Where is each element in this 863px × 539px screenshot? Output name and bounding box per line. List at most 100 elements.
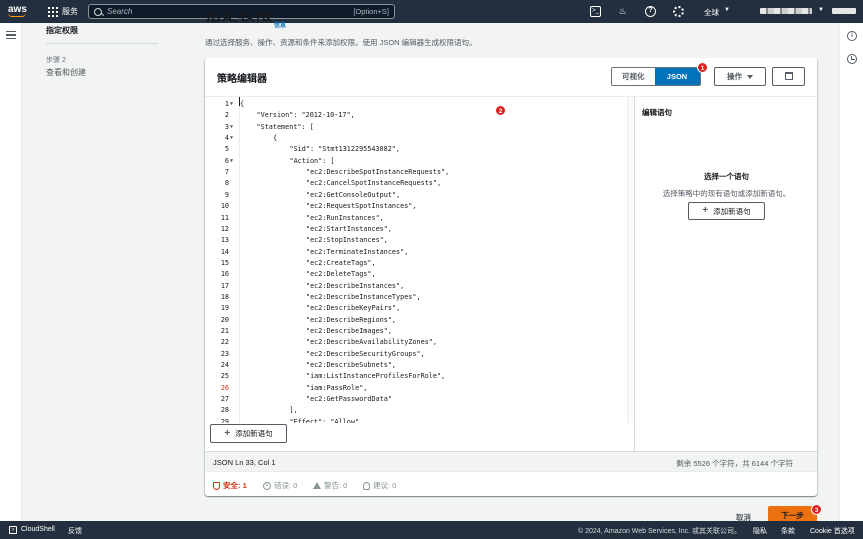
edit-statement-title: 编辑语句	[642, 108, 672, 117]
code-area[interactable]: 1 ▼{2 "Version": "2012-10-17", 3 ▼ "Statement…	[205, 97, 634, 423]
code-line[interactable]: 27 "ec2:GetPasswordData"	[205, 394, 634, 405]
line-number: 11	[220, 213, 229, 222]
page-title: 指定权限	[205, 12, 274, 24]
line-number: 15	[220, 258, 229, 267]
code-line[interactable]: 21 "ec2:DescribeImages",	[205, 326, 634, 337]
plus-icon: +	[224, 427, 231, 439]
policy-editor-title: 策略编辑器	[217, 74, 267, 85]
code-line[interactable]: 1 ▼ {	[205, 99, 634, 110]
menu-hamburger-icon[interactable]	[6, 31, 16, 39]
code-text: "ec2:DescribeInstances",	[306, 281, 405, 290]
code-line[interactable]: 5 "Sid": "Stmt1312295543082",	[205, 144, 634, 155]
fold-caret-icon[interactable]: ▼	[230, 122, 233, 133]
code-line[interactable]: 2 "Version": "2012-10-17",	[205, 110, 634, 121]
suggestions-tab[interactable]: 建议: 0	[363, 480, 396, 491]
step-current-label[interactable]: 指定权限	[46, 25, 78, 36]
code-text: "ec2:GetPasswordData"	[306, 395, 392, 404]
character-count: 剩余 5526 个字符，共 6144 个字符	[676, 459, 793, 468]
code-line[interactable]: 20 "ec2:DescribeRegions",	[205, 315, 634, 326]
notifications-bell-icon[interactable]: ♨	[617, 6, 628, 17]
fold-caret-icon[interactable]: ▼	[230, 133, 233, 144]
code-text: "ec2:DescribeAvailabilityZones",	[306, 338, 437, 347]
lightbulb-icon	[363, 481, 370, 490]
region-selector[interactable]: 全球	[704, 7, 719, 18]
cloudshell-footer-icon[interactable]: >	[9, 526, 17, 534]
plus-icon: +	[702, 205, 709, 216]
line-number: 10	[220, 202, 229, 211]
editor-scrollbar[interactable]	[627, 97, 633, 423]
services-menu[interactable]: 服务	[62, 6, 78, 17]
code-text: "ec2:DeleteTags",	[306, 270, 376, 279]
code-line[interactable]: 22 "ec2:DescribeAvailabilityZones",	[205, 337, 634, 348]
cloudshell-link[interactable]: CloudShell	[21, 526, 55, 533]
code-text: "iam:PassRole",	[306, 383, 368, 392]
code-text: {	[273, 134, 278, 143]
info-link[interactable]: 信息	[274, 20, 286, 29]
code-line[interactable]: 29 "Effect": "Allow",	[205, 417, 634, 423]
region-caret-icon[interactable]: ▼	[724, 7, 730, 13]
fullscreen-button[interactable]	[772, 67, 805, 86]
code-text: "ec2:StopInstances",	[306, 236, 388, 245]
code-line[interactable]: 15 "ec2:CreateTags",	[205, 258, 634, 269]
top-nav-bar: aws 服务 Search [Option+S]	[0, 0, 863, 23]
line-number: 3	[224, 122, 229, 131]
mode-json-button[interactable]: JSON	[654, 68, 700, 85]
warnings-tab[interactable]: 警告: 0	[313, 480, 347, 491]
annotation-badge-1: 1	[697, 62, 708, 73]
side-add-statement-button[interactable]: + 添加新语句	[688, 202, 765, 220]
account-caret-icon[interactable]: ▼	[818, 7, 824, 13]
mode-visual-button[interactable]: 可视化	[612, 68, 655, 85]
code-line[interactable]: 24 "ec2:DescribeSubnets",	[205, 360, 634, 371]
code-line[interactable]: 9 "ec2:GetConsoleOutput",	[205, 190, 634, 201]
fold-caret-icon[interactable]: ▼	[230, 156, 233, 167]
code-line[interactable]: 10 "ec2:RequestSpotInstances",	[205, 201, 634, 212]
code-text: "ec2:GetConsoleOutput",	[306, 190, 401, 199]
history-clock-icon[interactable]	[847, 54, 857, 64]
cloudshell-icon[interactable]: >_	[590, 6, 601, 17]
code-line[interactable]: 12 "ec2:StartInstances",	[205, 224, 634, 235]
code-line[interactable]: 11 "ec2:RunInstances",	[205, 213, 634, 224]
aws-logo[interactable]: aws	[8, 5, 36, 17]
cookie-preferences-link[interactable]: Cookie 首选项	[810, 526, 855, 536]
settings-gear-icon[interactable]	[673, 6, 684, 17]
code-line[interactable]: 16 "ec2:DeleteTags",	[205, 269, 634, 280]
services-grid-icon[interactable]	[48, 6, 58, 17]
code-line[interactable]: 6 ▼ "Action": [	[205, 156, 634, 167]
select-statement-description: 选择策略中的现有语句或添加新语句。	[662, 189, 791, 198]
fold-caret-icon[interactable]: ▼	[230, 99, 233, 110]
feedback-link[interactable]: 反馈	[68, 526, 82, 536]
line-number: 29	[220, 417, 229, 423]
account-id-redacted[interactable]	[832, 8, 856, 14]
editor-mode-toggle: 可视化 JSON	[611, 67, 701, 86]
code-text: "Action": [	[289, 156, 335, 165]
json-code-editor[interactable]: 1 ▼{2 "Version": "2012-10-17", 3 ▼ "Statement…	[205, 96, 634, 451]
code-line[interactable]: 28],	[205, 405, 634, 416]
line-number: 9	[224, 190, 229, 199]
line-number: 17	[220, 281, 229, 290]
terms-link[interactable]: 条款	[781, 526, 795, 536]
page-description: 通过选择服务、操作、资源和条件来添加权限。使用 JSON 编辑器生成权限语句。	[205, 38, 477, 47]
security-findings-tab[interactable]: 安全: 1	[213, 480, 247, 491]
editor-status-bar: JSON Ln 33, Col 1 剩余 5526 个字符，共 6144 个字符	[205, 451, 817, 471]
code-line[interactable]: 14 "ec2:TerminateInstances",	[205, 247, 634, 258]
account-name-redacted[interactable]	[760, 8, 812, 14]
code-line[interactable]: 7 "ec2:DescribeSpotInstanceRequests",	[205, 167, 634, 178]
info-panel-icon[interactable]: i	[847, 31, 857, 41]
code-line[interactable]: 23 "ec2:DescribeSecurityGroups",	[205, 349, 634, 360]
help-icon[interactable]: ?	[645, 6, 656, 17]
fullscreen-icon	[785, 72, 793, 80]
step-2-label[interactable]: 查看和创建	[46, 67, 86, 78]
code-line[interactable]: 17 "ec2:DescribeInstances",	[205, 281, 634, 292]
privacy-link[interactable]: 隐私	[753, 526, 767, 536]
code-line[interactable]: 25 "iam:ListInstanceProfilesForRole",	[205, 371, 634, 382]
code-line[interactable]: 18 "ec2:DescribeInstanceTypes",	[205, 292, 634, 303]
code-line[interactable]: 19 "ec2:DescribeKeyPairs",	[205, 303, 634, 314]
errors-tab[interactable]: ✕ 错误: 0	[263, 480, 297, 491]
code-line[interactable]: 4 ▼ {	[205, 133, 634, 144]
code-line[interactable]: 8 "ec2:CancelSpotInstanceRequests",	[205, 178, 634, 189]
code-line[interactable]: 3 ▼ "Statement": [	[205, 122, 634, 133]
code-line[interactable]: 26 "iam:PassRole",	[205, 383, 634, 394]
code-line[interactable]: 13 "ec2:StopInstances",	[205, 235, 634, 246]
add-statement-button[interactable]: + 添加新语句	[210, 424, 287, 443]
actions-dropdown-button[interactable]: 操作	[714, 67, 766, 86]
